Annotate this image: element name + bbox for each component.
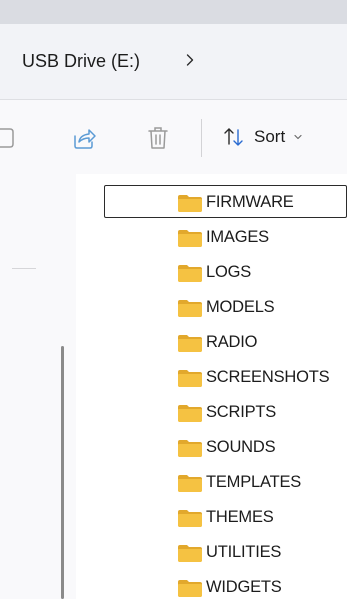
sort-button[interactable]: Sort: [222, 122, 303, 152]
folder-icon: [178, 230, 202, 247]
file-row-screenshots[interactable]: SCREENSHOTS: [104, 360, 347, 393]
file-row-scripts[interactable]: SCRIPTS: [104, 395, 347, 428]
toolbar-separator: [201, 119, 202, 157]
file-row-widgets[interactable]: WIDGETS: [104, 570, 347, 603]
address-bar[interactable]: USB Drive (E:): [0, 24, 347, 100]
folder-icon: [178, 370, 202, 387]
file-row-radio[interactable]: RADIO: [104, 325, 347, 358]
file-name: RADIO: [206, 333, 258, 351]
chevron-down-icon: [294, 134, 302, 140]
command-bar: Sort: [0, 100, 347, 174]
file-name: LOGS: [206, 263, 252, 281]
share-icon[interactable]: [70, 124, 98, 152]
sort-label: Sort: [254, 127, 286, 146]
file-name: SCRIPTS: [206, 403, 277, 421]
file-list-pane: FIRMWARE IMAGES LOGS MODELS RADIO SCREEN…: [76, 174, 347, 599]
file-row-firmware[interactable]: FIRMWARE: [104, 185, 347, 218]
nav-scrollbar[interactable]: [61, 346, 64, 599]
folder-icon: [178, 580, 202, 597]
folder-icon: [178, 475, 202, 492]
file-name: SOUNDS: [206, 438, 276, 456]
folder-icon: [178, 405, 202, 422]
file-row-models[interactable]: MODELS: [104, 290, 347, 323]
nav-divider: [12, 268, 36, 269]
file-name: SCREENSHOTS: [206, 368, 330, 386]
file-name: IMAGES: [206, 228, 269, 246]
file-name: MODELS: [206, 298, 275, 316]
sort-arrows-icon: [224, 128, 243, 146]
rename-icon[interactable]: [0, 124, 18, 152]
folder-icon: [178, 440, 202, 457]
folder-icon: [178, 300, 202, 317]
file-name: FIRMWARE: [206, 193, 294, 211]
folder-icon: [178, 335, 202, 352]
file-name: TEMPLATES: [206, 473, 302, 491]
file-row-logs[interactable]: LOGS: [104, 255, 347, 288]
file-list: FIRMWARE IMAGES LOGS MODELS RADIO SCREEN…: [104, 185, 347, 605]
file-row-templates[interactable]: TEMPLATES: [104, 465, 347, 498]
navigation-pane: [0, 174, 76, 599]
folder-icon: [178, 510, 202, 527]
file-name: THEMES: [206, 508, 274, 526]
file-row-images[interactable]: IMAGES: [104, 220, 347, 253]
folder-icon: [178, 265, 202, 282]
title-bar-strip: [0, 0, 347, 24]
file-name: UTILITIES: [206, 543, 282, 561]
file-row-sounds[interactable]: SOUNDS: [104, 430, 347, 463]
file-name: WIDGETS: [206, 578, 282, 596]
chevron-right-icon[interactable]: [183, 53, 197, 67]
file-row-themes[interactable]: THEMES: [104, 500, 347, 533]
breadcrumb-usb-drive[interactable]: USB Drive (E:): [22, 51, 140, 72]
delete-icon[interactable]: [144, 124, 172, 152]
folder-icon: [178, 545, 202, 562]
file-row-utilities[interactable]: UTILITIES: [104, 535, 347, 568]
folder-icon: [178, 195, 202, 212]
